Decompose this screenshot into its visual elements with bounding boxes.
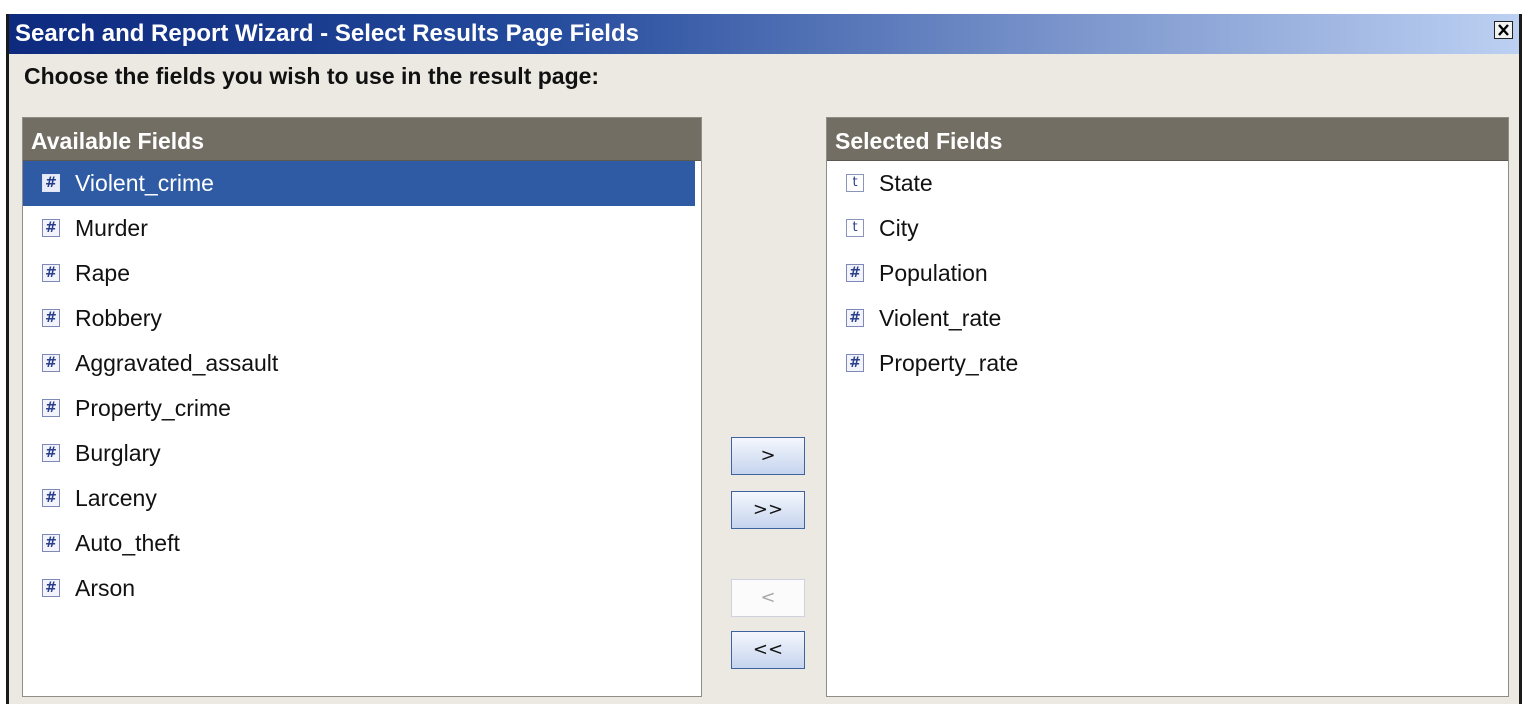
numeric-field-icon: # — [846, 309, 864, 327]
list-item[interactable]: # Robbery — [23, 296, 701, 341]
numeric-field-icon: # — [42, 444, 60, 462]
numeric-field-icon: # — [42, 309, 60, 327]
list-item[interactable]: # Auto_theft — [23, 521, 701, 566]
selected-fields-header: Selected Fields — [827, 118, 1508, 161]
numeric-field-icon: # — [42, 354, 60, 372]
numeric-field-icon: # — [846, 354, 864, 372]
numeric-field-icon: # — [42, 399, 60, 417]
numeric-field-icon: # — [42, 264, 60, 282]
field-label: Murder — [75, 215, 148, 241]
text-field-icon: t — [846, 174, 864, 192]
list-item[interactable]: # Burglary — [23, 431, 701, 476]
list-item[interactable]: # Population — [827, 251, 1508, 296]
field-label: Rape — [75, 260, 130, 286]
list-item[interactable]: # Property_rate — [827, 341, 1508, 386]
field-label: Robbery — [75, 305, 162, 331]
close-button[interactable] — [1494, 21, 1513, 39]
close-x-icon — [1498, 24, 1509, 36]
list-item[interactable]: # Property_crime — [23, 386, 701, 431]
numeric-field-icon: # — [42, 489, 60, 507]
field-label: Violent_crime — [75, 170, 214, 196]
remove-field-button: < — [731, 579, 805, 617]
field-label: Burglary — [75, 440, 161, 466]
text-field-icon: t — [846, 219, 864, 237]
field-label: Larceny — [75, 485, 157, 511]
list-item[interactable]: # Murder — [23, 206, 701, 251]
field-label: Population — [879, 260, 988, 286]
numeric-field-icon: # — [846, 264, 864, 282]
numeric-field-icon: # — [42, 174, 60, 192]
numeric-field-icon: # — [42, 534, 60, 552]
list-item[interactable]: # Larceny — [23, 476, 701, 521]
numeric-field-icon: # — [42, 219, 60, 237]
add-field-button[interactable]: > — [731, 437, 805, 475]
list-item[interactable]: # Arson — [23, 566, 701, 611]
field-label: State — [879, 170, 933, 196]
available-fields-header: Available Fields — [23, 118, 701, 161]
window-title: Search and Report Wizard - Select Result… — [15, 20, 639, 47]
field-label: Auto_theft — [75, 530, 180, 556]
add-all-fields-button[interactable]: >> — [731, 491, 805, 529]
remove-all-fields-button[interactable]: << — [731, 631, 805, 669]
list-item[interactable]: # Violent_crime — [23, 161, 695, 206]
instruction-text: Choose the fields you wish to use in the… — [24, 63, 600, 89]
title-bar[interactable]: Search and Report Wizard - Select Result… — [9, 14, 1519, 54]
field-label: Arson — [75, 575, 136, 601]
available-fields-list[interactable]: Available Fields # Violent_crime # Murder # R… — [22, 117, 702, 697]
field-label: Property_rate — [879, 350, 1019, 376]
list-item[interactable]: # Aggravated_assault — [23, 341, 701, 386]
selected-fields-list[interactable]: Selected Fields t State t City # Population # V… — [826, 117, 1509, 697]
field-label: City — [879, 215, 919, 241]
field-label: Aggravated_assault — [75, 350, 279, 376]
field-label: Property_crime — [75, 395, 231, 421]
numeric-field-icon: # — [42, 579, 60, 597]
list-item[interactable]: # Violent_rate — [827, 296, 1508, 341]
list-item[interactable]: t State — [827, 161, 1508, 206]
list-item[interactable]: # Rape — [23, 251, 701, 296]
list-item[interactable]: t City — [827, 206, 1508, 251]
field-label: Violent_rate — [879, 305, 1002, 331]
